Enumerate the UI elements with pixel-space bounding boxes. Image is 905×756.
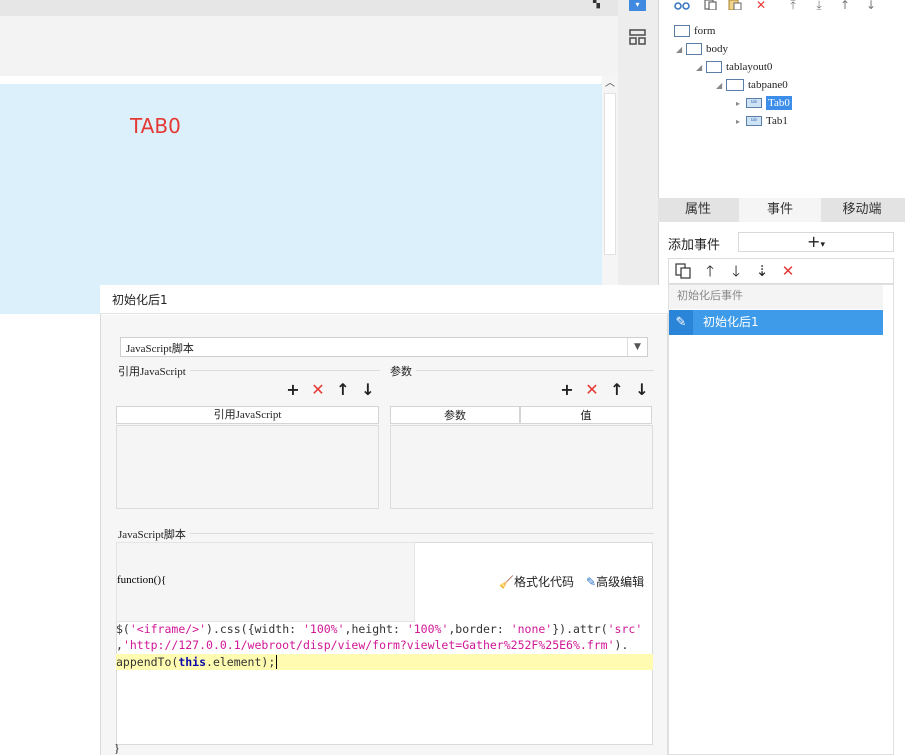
dropdown-toggle-icon[interactable]: ▾: [629, 0, 646, 11]
tabpane-icon: [726, 79, 744, 92]
code-line-1[interactable]: $('<iframe/>').css({width: '100%',height…: [116, 621, 642, 637]
ref-js-column-header: 引用JavaScript: [116, 406, 379, 424]
broom-icon: 🧹: [499, 575, 514, 589]
tree-node-tablayout0[interactable]: ◢ tablayout0: [696, 58, 772, 76]
tab-icon: tab: [746, 98, 762, 109]
dialog-title: 初始化后1: [112, 293, 168, 307]
event-list: [668, 284, 894, 755]
tree-node-tabpane0[interactable]: ◢ tabpane0: [716, 76, 788, 94]
form-icon: [674, 25, 690, 38]
canvas-top-strip: [0, 0, 618, 16]
remove-icon[interactable]: ✕: [310, 382, 326, 398]
delete-event-icon[interactable]: ✕: [779, 262, 797, 280]
script-section-label: JavaScript脚本: [118, 526, 190, 542]
copy-event-icon[interactable]: [675, 262, 693, 280]
tree-node-body[interactable]: ◢ body: [676, 40, 728, 58]
event-item-label: 初始化后1: [703, 315, 759, 329]
text-cursor: [276, 655, 278, 669]
section-divider: [390, 370, 654, 371]
move-bottom-icon[interactable]: ⇣: [753, 262, 771, 280]
code-line-2[interactable]: ,'http://127.0.0.1/webroot/disp/view/for…: [116, 637, 628, 653]
edit-pencil-icon[interactable]: ✎: [669, 310, 693, 335]
chevron-down-icon[interactable]: ▼: [627, 338, 647, 356]
move-down-icon[interactable]: ↓: [634, 382, 650, 398]
chevron-down-icon: ▾: [820, 240, 825, 250]
edit-icon: ✎: [586, 575, 597, 589]
event-group-header: 初始化后事件: [669, 285, 883, 309]
move-bottom-icon[interactable]: ⤓: [810, 0, 828, 12]
remove-icon[interactable]: ✕: [584, 382, 600, 398]
tree-node-tab1[interactable]: ▸ tab Tab1: [736, 112, 788, 130]
expand-arrow-icon[interactable]: ◢: [696, 59, 706, 77]
params-grid[interactable]: [390, 425, 653, 509]
collapse-arrow-icon[interactable]: ▸: [736, 113, 746, 131]
tab-events[interactable]: 事件: [739, 198, 821, 222]
add-icon[interactable]: +: [559, 382, 575, 398]
expand-arrow-icon[interactable]: ◢: [716, 77, 726, 95]
move-down-icon[interactable]: ↓: [360, 382, 376, 398]
scrollbar-thumb[interactable]: [604, 93, 616, 255]
advanced-edit-button[interactable]: ✎高级编辑: [586, 573, 644, 590]
paste-icon[interactable]: [726, 0, 744, 12]
connector-icon[interactable]: ▚: [593, 0, 605, 9]
add-event-label: 添加事件: [668, 238, 721, 253]
section-divider: [118, 533, 654, 534]
tab-pane-canvas[interactable]: [0, 84, 602, 314]
tablayout-icon: [706, 61, 722, 74]
scroll-up-icon[interactable]: ︿: [602, 76, 618, 92]
params-section-label: 参数: [390, 363, 416, 379]
move-up-icon[interactable]: 🡑: [701, 262, 719, 280]
tab-title: TAB0: [130, 114, 181, 138]
function-header: function(){: [117, 574, 167, 586]
canvas-divider: [0, 76, 618, 84]
add-icon[interactable]: +: [285, 382, 301, 398]
tab-mobile[interactable]: 移动端: [822, 198, 902, 222]
move-down-icon[interactable]: ↓: [862, 0, 880, 12]
event-type-value: JavaScript脚本: [126, 343, 194, 355]
move-down-icon[interactable]: 🡓: [727, 262, 745, 280]
tab-properties[interactable]: 属性: [658, 198, 738, 222]
param-column-header: 参数: [390, 406, 520, 424]
cut-icon[interactable]: [673, 0, 691, 12]
canvas-header-area: [0, 16, 618, 76]
format-code-button[interactable]: 🧹格式化代码: [499, 573, 574, 590]
delete-icon[interactable]: ✕: [752, 0, 770, 12]
move-up-icon[interactable]: ↑: [836, 0, 854, 12]
event-item[interactable]: [669, 310, 883, 335]
move-up-icon[interactable]: ↑: [335, 382, 351, 398]
tab-icon: tab: [746, 116, 762, 127]
event-type-select[interactable]: [120, 337, 648, 357]
move-top-icon[interactable]: ⤒: [784, 0, 802, 12]
plus-icon: +: [807, 232, 821, 251]
collapse-arrow-icon[interactable]: ▸: [736, 95, 746, 113]
layout-icon[interactable]: [629, 28, 647, 46]
tree-node-form[interactable]: form: [674, 22, 715, 40]
ref-js-section-label: 引用JavaScript: [118, 363, 190, 379]
ref-js-grid[interactable]: [116, 425, 379, 509]
function-closing: }: [114, 741, 120, 755]
value-column-header: 值: [520, 406, 652, 424]
move-up-icon[interactable]: ↑: [609, 382, 625, 398]
code-line-3[interactable]: appendTo(this.element);: [116, 654, 278, 670]
dialog-header: [100, 285, 668, 314]
add-event-button[interactable]: +▾: [738, 232, 894, 252]
expand-arrow-icon[interactable]: ◢: [676, 41, 686, 59]
tree-node-tab0[interactable]: ▸ tab Tab0: [736, 94, 792, 112]
copy-icon[interactable]: [701, 0, 719, 12]
body-icon: [686, 43, 702, 56]
